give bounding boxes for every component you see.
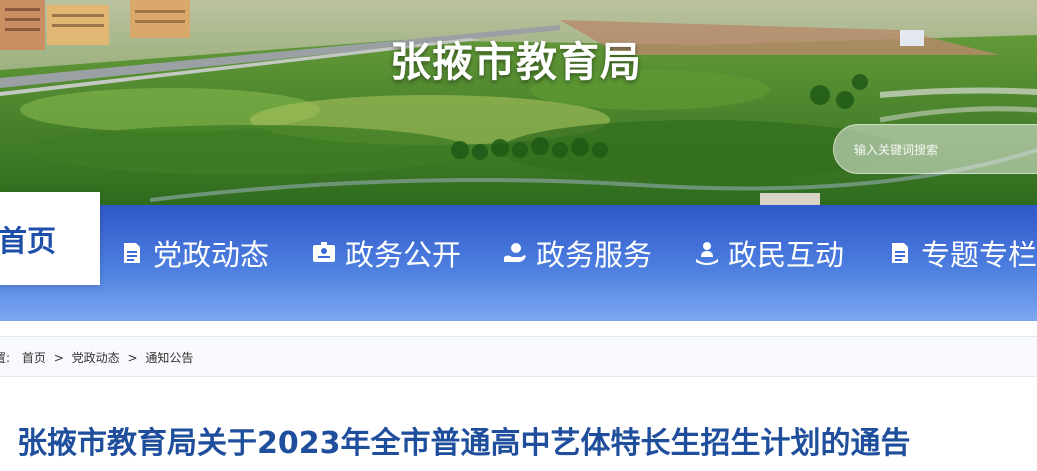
nav-item-label: 专题专栏 [921, 238, 1037, 272]
nav-item-government-affairs[interactable]: 政务公开 [311, 233, 461, 273]
nav-item-public-interaction[interactable]: 政民互动 [694, 233, 844, 273]
nav-item-special-topics[interactable]: 专题专栏 [887, 233, 1037, 273]
breadcrumb: 置: 首页 > 党政动态 > 通知公告 [0, 336, 1037, 377]
breadcrumb-separator: > [53, 351, 64, 365]
nav-home-tab[interactable]: 首页 [0, 192, 100, 285]
page: 张掖市教育局 首页 党政动态 [0, 0, 1037, 471]
nav-item-label: 党政动态 [153, 238, 270, 272]
document-icon [119, 240, 145, 266]
document-icon [887, 240, 913, 266]
breadcrumb-home-link[interactable]: 首页 [22, 349, 46, 366]
nav-item-party-news[interactable]: 党政动态 [119, 233, 269, 273]
hand-service-icon [502, 240, 528, 266]
breadcrumb-notices-link[interactable]: 通知公告 [145, 349, 193, 366]
header-banner: 张掖市教育局 [0, 0, 1037, 205]
nav-item-government-services[interactable]: 政务服务 [502, 233, 652, 273]
search-input[interactable] [854, 139, 1037, 161]
search-box[interactable] [833, 124, 1037, 174]
main-nav: 首页 党政动态 政务公开 政务服务 政民互动 专题专栏 [0, 192, 1037, 321]
breadcrumb-separator: > [127, 351, 138, 365]
breadcrumb-party-news-link[interactable]: 党政动态 [72, 349, 120, 366]
article-title: 张掖市教育局关于2023年全市普通高中艺体特长生招生计划的通告 [17, 426, 911, 461]
id-card-icon [311, 240, 337, 266]
nav-item-label: 政务服务 [536, 238, 653, 272]
person-interaction-icon [694, 240, 720, 266]
nav-item-label: 政务公开 [345, 238, 462, 272]
breadcrumb-trail: 置: 首页 > 党政动态 > 通知公告 [0, 349, 193, 366]
nav-home-label: 首页 [0, 224, 57, 258]
nav-item-label: 政民互动 [728, 238, 845, 272]
site-title: 张掖市教育局 [390, 38, 642, 86]
breadcrumb-prefix: 置: [0, 351, 11, 365]
